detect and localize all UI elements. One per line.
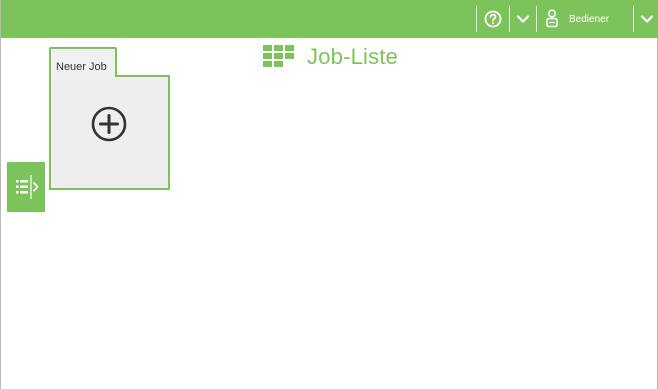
side-menu-toggle[interactable] <box>7 162 45 212</box>
help-menu-toggle[interactable] <box>510 0 536 38</box>
top-bar: Bediener <box>1 0 658 38</box>
chevron-down-icon <box>640 15 653 23</box>
page-title-text: Job-Liste <box>307 44 399 69</box>
new-job-tile[interactable]: Neuer Job <box>49 47 170 190</box>
new-job-label: Neuer Job <box>56 61 107 73</box>
user-menu-toggle[interactable] <box>633 6 658 32</box>
list-icon <box>16 175 39 199</box>
user-button[interactable]: Bediener <box>537 0 633 38</box>
user-badge-icon <box>546 9 558 28</box>
grid-icon <box>263 45 294 67</box>
user-label: Bediener <box>569 13 610 25</box>
help-circle-icon <box>484 10 502 28</box>
tab-join <box>51 73 115 79</box>
help-button[interactable] <box>477 0 509 38</box>
page-title: Job-Liste <box>263 44 398 70</box>
screen: Bediener Job-Liste Neuer Job <box>0 0 658 389</box>
chevron-down-icon <box>516 15 530 23</box>
card-border <box>115 75 170 77</box>
add-circle-icon <box>91 106 127 142</box>
